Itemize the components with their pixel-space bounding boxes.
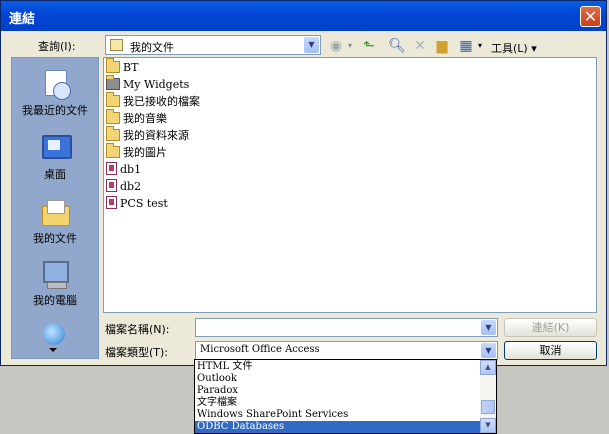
access-file-icon: [106, 196, 117, 209]
link-dialog: 連結 ✕ 查詢(I): 我的文件 ▼ ◉ ▾ ⬑ 🔍︎ ✕ ▆ ▦ ▾ 工具(L…: [0, 0, 607, 366]
my-documents-icon: [39, 196, 71, 228]
filetype-option[interactable]: 文字檔案: [197, 397, 477, 409]
filetype-select[interactable]: Microsoft Office Access ▼: [195, 341, 498, 360]
file-name: 我的音樂: [123, 112, 167, 125]
file-name: BT: [123, 61, 139, 74]
folder-icon: [106, 58, 120, 73]
filetype-dropdown-list[interactable]: HTML 文件 Outlook Paradox 文字檔案 Windows Sha…: [194, 359, 497, 434]
filename-input[interactable]: ▼: [195, 318, 498, 337]
my-documents-icon: [110, 39, 123, 51]
list-item[interactable]: db1: [106, 161, 141, 178]
desktop-icon: [39, 132, 72, 164]
close-button[interactable]: ✕: [580, 6, 601, 27]
filetype-option[interactable]: HTML 文件: [197, 361, 477, 373]
place-recent-documents[interactable]: 我最近的文件: [12, 68, 98, 118]
list-item[interactable]: 我的音樂: [106, 109, 167, 127]
chevron-down-icon[interactable]: ▼: [481, 343, 496, 358]
file-name: PCS test: [120, 197, 168, 210]
place-network[interactable]: [12, 320, 98, 354]
file-name: 我的圖片: [123, 146, 167, 159]
scroll-up-icon[interactable]: ▲: [480, 360, 496, 375]
back-dropdown-icon[interactable]: ▾: [345, 37, 355, 55]
list-item[interactable]: PCS test: [106, 195, 168, 212]
place-my-computer[interactable]: 我的電腦: [12, 258, 98, 308]
scroll-thumb[interactable]: [481, 400, 495, 414]
search-web-icon[interactable]: 🔍︎: [387, 37, 407, 55]
place-label: 我最近的文件: [22, 104, 88, 117]
recent-docs-icon: [39, 68, 71, 100]
filetype-label: 檔案類型(T):: [105, 346, 169, 359]
file-name: 我已接收的檔案: [123, 95, 200, 108]
views-dropdown-icon[interactable]: ▾: [475, 37, 485, 55]
list-item[interactable]: My Widgets: [106, 75, 190, 93]
network-places-icon: [39, 320, 71, 352]
lookin-label: 查詢(I):: [38, 40, 76, 53]
filetype-option-selected[interactable]: ODBC Databases: [195, 421, 480, 433]
chevron-down-icon[interactable]: ▼: [481, 320, 496, 335]
file-name: My Widgets: [123, 78, 190, 91]
new-folder-icon[interactable]: ▆: [432, 37, 452, 55]
my-computer-icon: [39, 258, 71, 290]
file-name: db1: [120, 163, 142, 176]
title-bar[interactable]: 連結 ✕: [1, 1, 606, 31]
views-icon[interactable]: ▦: [456, 37, 476, 55]
list-item[interactable]: 我的圖片: [106, 143, 167, 161]
place-my-documents[interactable]: 我的文件: [12, 196, 98, 246]
dropdown-scrollbar[interactable]: ▲ ▼: [480, 360, 496, 433]
filename-label: 檔案名稱(N):: [105, 323, 170, 336]
list-item[interactable]: 我的資料來源: [106, 126, 189, 144]
back-icon[interactable]: ◉: [326, 37, 346, 55]
music-folder-icon: [106, 109, 120, 124]
access-file-icon: [106, 162, 117, 175]
file-name: 我的資料來源: [123, 129, 189, 142]
places-bar: 我最近的文件 桌面 我的文件 我的電腦: [11, 57, 99, 359]
access-file-icon: [106, 179, 117, 192]
data-sources-folder-icon: [106, 126, 120, 141]
tools-menu-label: 工具(L): [491, 42, 528, 55]
chevron-down-icon[interactable]: ▼: [304, 37, 319, 53]
lookin-select[interactable]: 我的文件 ▼: [105, 35, 321, 55]
lookin-value: 我的文件: [130, 41, 174, 54]
tools-menu[interactable]: 工具(L) ▾: [491, 40, 537, 56]
link-button[interactable]: 連結(K): [504, 318, 597, 337]
scroll-down-icon[interactable]: ▼: [480, 418, 496, 433]
folder-icon: [106, 92, 120, 107]
widgets-folder-icon: [106, 75, 120, 90]
pictures-folder-icon: [106, 143, 120, 158]
file-list[interactable]: BT My Widgets 我已接收的檔案 我的音樂 我的資料來源 我的圖片 d…: [103, 57, 597, 313]
delete-icon[interactable]: ✕: [410, 37, 430, 55]
place-label: 我的文件: [33, 232, 77, 245]
up-folder-icon[interactable]: ⬑: [359, 37, 379, 55]
filetype-option[interactable]: Paradox: [197, 385, 477, 397]
cancel-button[interactable]: 取消: [504, 341, 597, 360]
place-label: 我的電腦: [33, 294, 77, 307]
file-name: db2: [120, 180, 142, 193]
list-item[interactable]: db2: [106, 178, 141, 195]
place-label: 桌面: [44, 168, 66, 181]
filetype-option[interactable]: Outlook: [197, 373, 477, 385]
filetype-value: Microsoft Office Access: [200, 344, 320, 355]
dialog-title: 連結: [9, 12, 36, 27]
filetype-option[interactable]: Windows SharePoint Services: [197, 409, 477, 421]
list-item[interactable]: 我已接收的檔案: [106, 92, 200, 110]
list-item[interactable]: BT: [106, 58, 139, 76]
place-desktop[interactable]: 桌面: [12, 132, 98, 182]
